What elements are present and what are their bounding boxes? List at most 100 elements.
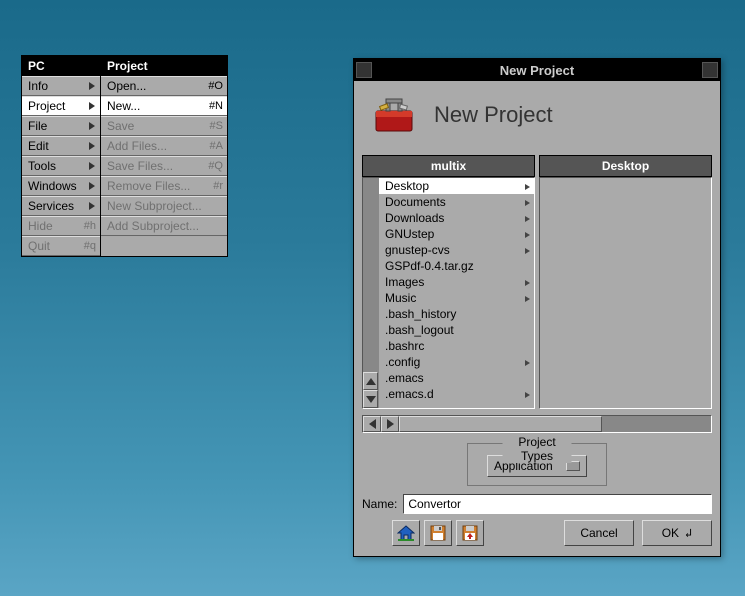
browser-column-0-title: multix <box>362 155 535 177</box>
hscroll-thumb[interactable] <box>399 416 602 432</box>
browser-row[interactable]: .bash_history <box>379 306 534 322</box>
menu-item-label: New... <box>107 99 203 113</box>
menu-item[interactable]: Open... #O <box>101 76 227 96</box>
submenu-arrow-icon <box>88 120 96 132</box>
hscroll-track[interactable] <box>399 416 711 432</box>
browser-row[interactable]: .config <box>379 354 534 370</box>
browser-list-1[interactable] <box>540 178 711 408</box>
browser-row-label: .bash_history <box>385 307 520 321</box>
browser-row[interactable]: GSPdf-0.4.tar.gz <box>379 258 534 274</box>
submenu-arrow-icon <box>88 200 96 212</box>
dialog-heading: New Project <box>434 102 553 128</box>
branch-arrow-icon <box>520 387 530 401</box>
ok-button[interactable]: OK ↲ <box>642 520 712 546</box>
menu-column-pc: PC Info Project File Edit Tools Windows Servic… <box>21 55 101 257</box>
disk-button[interactable] <box>424 520 452 546</box>
menu-item[interactable]: Edit <box>22 136 100 156</box>
application-menu: PC InfoProjectFileEditToolsWindowsServic… <box>21 55 228 257</box>
browser-row-label: .config <box>385 355 520 369</box>
scroll-down-button[interactable] <box>363 390 378 408</box>
menu-item-shortcut: #q <box>84 240 96 252</box>
menu-item[interactable]: New...#N <box>101 96 227 116</box>
scroll-track[interactable] <box>363 178 378 372</box>
menu-item: Add Subproject... <box>101 216 227 236</box>
menu-item-label: New Subproject... <box>107 199 223 213</box>
browser-row[interactable]: Desktop <box>379 178 534 194</box>
menu-item[interactable]: Info <box>22 76 100 96</box>
menu-item-label: Project <box>28 99 82 113</box>
menu-item: Save#S <box>101 116 227 136</box>
cancel-label: Cancel <box>580 526 617 540</box>
menu-item-label: Services <box>28 199 82 213</box>
menu-item-shortcut: #O <box>208 80 223 92</box>
menu-item[interactable]: Services <box>22 196 100 216</box>
hscroll-left-button[interactable] <box>363 416 381 432</box>
menu-item-label: Remove Files... <box>107 179 207 193</box>
menu-item-label: Save <box>107 119 204 133</box>
browser-row[interactable]: Music <box>379 290 534 306</box>
cancel-button[interactable]: Cancel <box>564 520 634 546</box>
menu-title-pc: PC <box>22 56 100 76</box>
branch-arrow-icon <box>520 211 530 225</box>
dialog-header: New Project <box>354 81 720 155</box>
menu-item[interactable]: File <box>22 116 100 136</box>
project-types-group: Project Types Application <box>467 443 607 486</box>
project-types-legend: Project Types <box>503 435 572 463</box>
menu-item-label: Edit <box>28 139 82 153</box>
browser-row[interactable]: Documents <box>379 194 534 210</box>
browser-left-scroll <box>363 178 379 408</box>
menu-item-label: Quit <box>28 239 78 253</box>
home-button[interactable] <box>392 520 420 546</box>
menu-item[interactable]: Windows <box>22 176 100 196</box>
browser-column-1-title: Desktop <box>539 155 712 177</box>
menu-item-shortcut: #h <box>84 220 96 232</box>
menu-item[interactable]: Project <box>22 96 100 116</box>
menu-item-label: Add Subproject... <box>107 219 223 233</box>
menu-item[interactable]: Tools <box>22 156 100 176</box>
browser-row[interactable]: gnustep-cvs <box>379 242 534 258</box>
menu-item-label: File <box>28 119 82 133</box>
menu-item-label: Open... <box>107 79 202 93</box>
browser-row-label: .bash_logout <box>385 323 520 337</box>
file-browser: multix DesktopDocumentsDownloadsGNUstepg… <box>362 155 712 409</box>
scroll-up-button[interactable] <box>363 372 378 390</box>
home-icon <box>397 525 415 541</box>
menu-item: Quit #q <box>22 236 100 256</box>
submenu-arrow-icon <box>88 160 96 172</box>
floppy-eject-icon <box>462 525 478 541</box>
browser-row[interactable]: .bash_logout <box>379 322 534 338</box>
new-project-dialog: New Project New Project multix <box>353 58 721 557</box>
menu-column-project: Project Open...#ONew...#NSave#SAdd Files… <box>100 55 228 257</box>
menu-item-shortcut: #A <box>210 140 223 152</box>
button-row: Cancel OK ↲ <box>362 520 712 546</box>
menu-title-project: Project <box>101 56 227 76</box>
name-input[interactable] <box>403 494 712 514</box>
browser-column-0: multix DesktopDocumentsDownloadsGNUstepg… <box>362 155 535 409</box>
hscroll-right-button[interactable] <box>381 416 399 432</box>
titlebar-close-button[interactable] <box>702 62 718 78</box>
browser-hscroll <box>362 415 712 433</box>
unmount-button[interactable] <box>456 520 484 546</box>
menu-item-label: Hide <box>28 219 78 233</box>
branch-arrow-icon <box>520 227 530 241</box>
menu-item-shortcut: #r <box>213 180 223 192</box>
browser-row-label: gnustep-cvs <box>385 243 520 257</box>
titlebar[interactable]: New Project <box>354 59 720 81</box>
branch-arrow-icon <box>520 291 530 305</box>
menu-item-label: Tools <box>28 159 82 173</box>
titlebar-miniaturize-button[interactable] <box>356 62 372 78</box>
browser-row[interactable]: .bashrc <box>379 338 534 354</box>
browser-row[interactable]: Images <box>379 274 534 290</box>
browser-row[interactable]: GNUstep <box>379 226 534 242</box>
menu-items-pc: Info Project File Edit Tools Windows Services H… <box>22 76 100 256</box>
browser-row[interactable]: Downloads <box>379 210 534 226</box>
ok-label: OK <box>662 526 679 540</box>
branch-arrow-icon <box>520 275 530 289</box>
browser-row[interactable]: .emacs.d <box>379 386 534 402</box>
menu-item-label: Windows <box>28 179 82 193</box>
browser-row[interactable]: .emacs <box>379 370 534 386</box>
browser-list-0[interactable]: DesktopDocumentsDownloadsGNUstepgnustep-… <box>379 178 534 408</box>
menu-item: Hide #h <box>22 216 100 236</box>
submenu-arrow-icon <box>88 180 96 192</box>
name-label: Name: <box>362 497 397 511</box>
